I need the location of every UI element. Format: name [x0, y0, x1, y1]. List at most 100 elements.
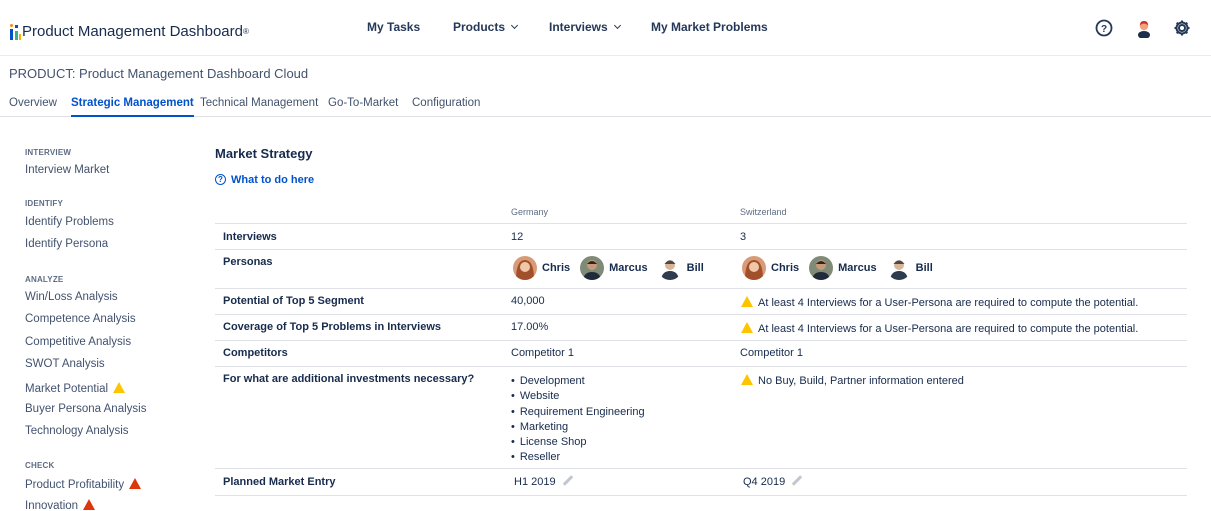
row-label-potential: Potential of Top 5 Segment — [223, 295, 364, 307]
list-item: Development — [511, 374, 645, 389]
personas-switzerland: Chris Marcus Bill — [742, 256, 943, 280]
row-label-planned-market-entry: Planned Market Entry — [223, 476, 336, 488]
investments-germany-list: Development Website Requirement Engineer… — [511, 374, 645, 466]
persona-chris[interactable]: Chris — [513, 256, 570, 280]
row-divider — [215, 223, 1187, 224]
cell-interviews-switzerland: 3 — [740, 231, 747, 243]
edit-pencil-icon[interactable] — [562, 475, 573, 486]
sidebar-item-label: Innovation — [25, 500, 79, 511]
nav-my-tasks[interactable]: My Tasks — [367, 20, 420, 34]
avatar — [580, 256, 605, 280]
row-divider — [215, 288, 1187, 289]
cell-competitors-switzerland: Competitor 1 — [740, 347, 803, 359]
row-divider — [215, 249, 1187, 250]
persona-marcus[interactable]: Marcus — [809, 256, 877, 280]
cell-coverage-switzerland: At least 4 Interviews for a User-Persona… — [741, 321, 1138, 335]
list-item: License Shop — [511, 435, 645, 450]
sidebar-item-label: Market Potential — [25, 383, 109, 395]
settings-gear-icon[interactable] — [1172, 18, 1192, 38]
product-title: PRODUCT: Product Management Dashboard Cl… — [9, 66, 309, 81]
row-divider — [215, 314, 1187, 315]
sidebar-item-swot-analysis[interactable]: SWOT Analysis — [25, 358, 105, 370]
cell-interviews-germany: 12 — [511, 231, 524, 243]
sidebar-item-win-loss-analysis[interactable]: Win/Loss Analysis — [25, 291, 118, 303]
column-header-switzerland: Switzerland — [740, 207, 787, 217]
app-title: Product Management Dashboard® — [22, 23, 249, 40]
cell-potential-germany: 40,000 — [511, 295, 545, 307]
row-divider — [215, 366, 1187, 367]
logo-mark-icon — [9, 24, 21, 40]
chevron-down-icon — [613, 21, 621, 30]
tab-technical-management[interactable]: Technical Management — [200, 97, 318, 117]
edit-pencil-icon[interactable] — [791, 475, 803, 486]
sidebar-heading-analyze: ANALYZE — [25, 275, 64, 284]
sidebar-item-market-potential[interactable]: Market Potential — [25, 381, 126, 395]
sidebar-heading-check: CHECK — [25, 461, 55, 470]
sidebar-item-competitive-analysis[interactable]: Competitive Analysis — [25, 336, 131, 348]
sidebar-item-technology-analysis[interactable]: Technology Analysis — [25, 425, 129, 437]
list-item: Requirement Engineering — [511, 405, 645, 420]
avatar — [809, 256, 834, 280]
warning-icon — [741, 296, 753, 307]
sidebar-item-identify-problems[interactable]: Identify Problems — [25, 216, 114, 228]
sidebar-item-competence-analysis[interactable]: Competence Analysis — [25, 313, 136, 325]
tab-bar: Overview Strategic Management Technical … — [0, 92, 1211, 117]
cell-investments-switzerland: No Buy, Build, Partner information enter… — [741, 373, 964, 387]
list-item: Reseller — [511, 450, 645, 465]
avatar — [657, 256, 682, 280]
cell-potential-switzerland: At least 4 Interviews for a User-Persona… — [741, 295, 1138, 309]
nav-my-market-problems[interactable]: My Market Problems — [651, 20, 768, 34]
row-label-coverage: Coverage of Top 5 Problems in Interviews — [223, 321, 442, 333]
sidebar-item-innovation[interactable]: Innovation — [25, 498, 96, 511]
avatar — [513, 256, 537, 280]
row-label-investments: For what are additional investments nece… — [223, 373, 475, 385]
user-avatar-icon[interactable] — [1134, 18, 1154, 39]
cell-coverage-germany: 17.00% — [511, 321, 549, 333]
sidebar-item-label: Product Profitability — [25, 479, 125, 491]
error-icon — [129, 478, 142, 489]
tab-strategic-management[interactable]: Strategic Management — [71, 97, 194, 117]
help-circle-icon: ? — [215, 174, 226, 185]
tab-go-to-market[interactable]: Go-To-Market — [328, 97, 398, 117]
persona-bill[interactable]: Bill — [657, 256, 704, 280]
what-to-do-here-link[interactable]: ? What to do here — [215, 174, 314, 186]
help-icon[interactable]: ? — [1094, 18, 1114, 38]
sidebar-heading-interview: INTERVIEW — [25, 148, 72, 157]
row-label-competitors: Competitors — [223, 347, 288, 359]
row-divider — [215, 468, 1187, 469]
row-divider — [215, 495, 1187, 496]
sidebar-item-identify-persona[interactable]: Identify Persona — [25, 238, 108, 250]
avatar — [886, 256, 911, 280]
sidebar-item-buyer-persona-analysis[interactable]: Buyer Persona Analysis — [25, 403, 146, 415]
cell-entry-switzerland[interactable]: Q4 2019 — [743, 475, 803, 488]
cell-competitors-germany: Competitor 1 — [511, 347, 574, 359]
list-item: Marketing — [511, 420, 645, 435]
column-header-germany: Germany — [511, 207, 549, 217]
warning-icon — [741, 374, 753, 385]
row-label-personas: Personas — [223, 256, 273, 268]
page-title: Market Strategy — [215, 146, 313, 161]
sidebar-item-interview-market[interactable]: Interview Market — [25, 164, 109, 176]
error-icon — [83, 499, 96, 510]
tab-overview[interactable]: Overview — [9, 97, 57, 117]
warning-icon — [741, 322, 753, 333]
sidebar-heading-identify: IDENTIFY — [25, 199, 64, 208]
personas-germany: Chris Marcus Bill — [513, 256, 714, 280]
avatar — [742, 256, 766, 280]
tab-configuration[interactable]: Configuration — [412, 97, 480, 117]
list-item: Website — [511, 389, 645, 404]
chevron-down-icon — [510, 21, 519, 30]
nav-products[interactable]: Products — [453, 20, 519, 34]
sidebar-item-product-profitability[interactable]: Product Profitability — [25, 477, 142, 491]
warning-icon — [113, 382, 126, 393]
app-logo[interactable]: Product Management Dashboard® — [9, 20, 249, 40]
row-divider — [215, 340, 1187, 341]
top-navigation-bar: Product Management Dashboard® My Tasks P… — [0, 0, 1211, 56]
nav-interviews[interactable]: Interviews — [549, 20, 621, 34]
row-label-interviews: Interviews — [223, 231, 277, 243]
cell-entry-germany[interactable]: H1 2019 — [514, 475, 574, 488]
persona-bill[interactable]: Bill — [886, 256, 933, 280]
svg-text:?: ? — [1101, 24, 1107, 35]
persona-marcus[interactable]: Marcus — [580, 256, 648, 280]
persona-chris[interactable]: Chris — [742, 256, 799, 280]
